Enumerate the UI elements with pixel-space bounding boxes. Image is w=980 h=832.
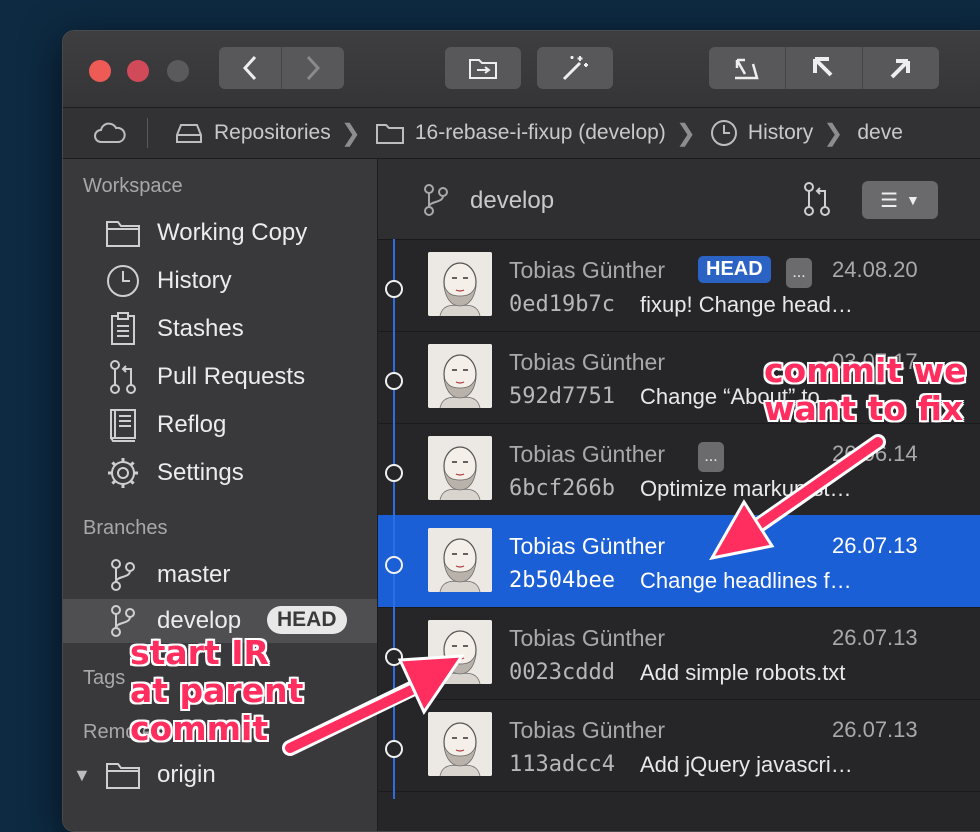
annotation-line: commit xyxy=(130,709,269,748)
arrow-to-target-commit xyxy=(709,434,886,561)
annotation-line: commit we xyxy=(764,351,967,390)
annotation-commit-to-fix: commit we want to fix xyxy=(764,352,966,428)
annotation-line: want to fix xyxy=(764,389,964,428)
annotation-line: start IR xyxy=(130,633,269,672)
annotation-line: at parent xyxy=(130,671,304,710)
arrow-to-parent-commit xyxy=(282,654,465,756)
annotation-start-ir: start IR at parent commit xyxy=(130,634,303,748)
